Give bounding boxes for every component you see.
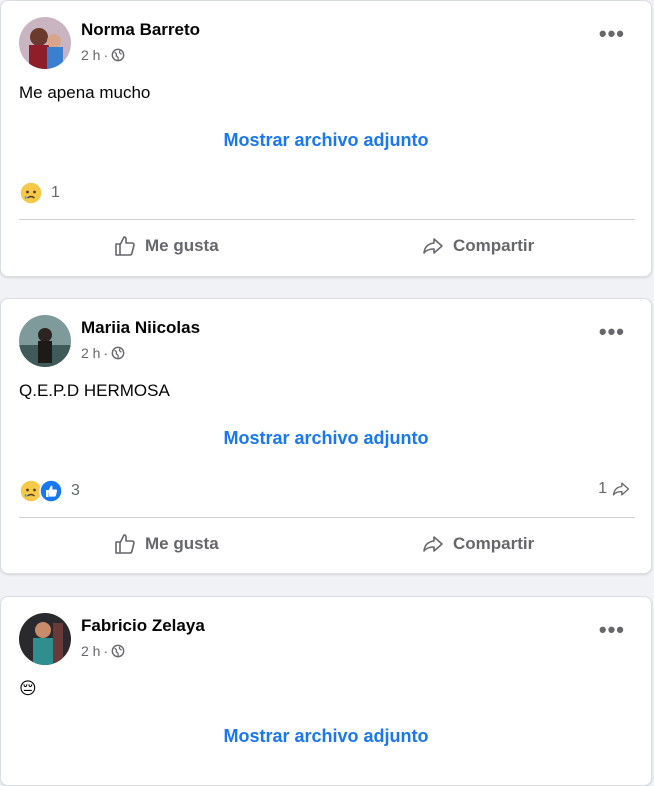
divider [19,517,635,518]
post-meta: 2 h · [81,345,125,361]
share-button[interactable]: Compartir [421,231,534,261]
like-button[interactable]: Me gusta [113,529,219,559]
share-arrow-icon [423,536,443,552]
share-count[interactable]: 1 [598,479,631,499]
comment-text: 😔 [19,679,37,698]
show-attachment-link[interactable]: Mostrar archivo adjunto [1,726,651,747]
author-name[interactable]: Fabricio Zelaya [81,616,205,636]
timestamp[interactable]: 2 h [81,47,100,63]
meta-separator: · [103,47,109,63]
author-name[interactable]: Mariia Niicolas [81,318,200,338]
avatar[interactable] [19,17,71,69]
share-arrow-icon [423,238,443,254]
reaction-count[interactable]: 1 [51,184,60,202]
like-button[interactable]: Me gusta [113,231,219,261]
more-options-icon[interactable]: ••• [599,619,625,641]
share-button[interactable]: Compartir [421,529,534,559]
divider [19,219,635,220]
meta-separator: · [103,643,109,659]
sad-reaction-icon [19,181,43,205]
like-label: Me gusta [145,534,219,553]
timestamp[interactable]: 2 h [81,643,100,659]
comment-card: Fabricio Zelaya 2 h · ••• 😔 Mostrar arch… [0,596,652,786]
reaction-count[interactable]: 3 [71,482,80,500]
more-options-icon[interactable]: ••• [599,321,625,343]
show-attachment-link[interactable]: Mostrar archivo adjunto [1,428,651,449]
globe-icon [111,644,125,658]
timestamp[interactable]: 2 h [81,345,100,361]
share-label: Compartir [453,534,535,553]
comment-text: Me apena mucho [19,83,151,102]
share-arrow-icon [612,482,630,496]
comment-text: Q.E.P.D HERMOSA [19,381,170,400]
share-label: Compartir [453,236,535,255]
like-reaction-icon [39,479,63,503]
reactions-summary[interactable]: 3 [19,479,80,503]
globe-icon [111,48,125,62]
more-options-icon[interactable]: ••• [599,23,625,45]
avatar[interactable] [19,315,71,367]
comment-card: Norma Barreto 2 h · ••• Me apena mucho M… [0,0,652,277]
thumbs-up-icon [115,236,135,256]
meta-separator: · [103,345,109,361]
author-name[interactable]: Norma Barreto [81,20,200,40]
share-count-value: 1 [598,480,607,497]
avatar[interactable] [19,613,71,665]
post-meta: 2 h · [81,643,125,659]
thumbs-up-icon [115,534,135,554]
globe-icon [111,346,125,360]
comment-card: Mariia Niicolas 2 h · ••• Q.E.P.D HERMOS… [0,298,652,574]
like-label: Me gusta [145,236,219,255]
post-meta: 2 h · [81,47,125,63]
show-attachment-link[interactable]: Mostrar archivo adjunto [1,130,651,151]
reactions-summary[interactable]: 1 [19,181,60,205]
